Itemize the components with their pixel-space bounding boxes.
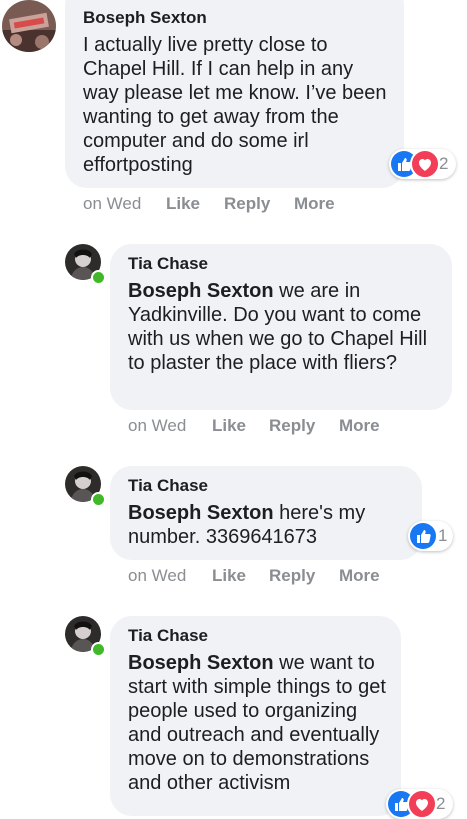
comment-author[interactable]: Tia Chase	[128, 626, 208, 646]
comment-actions: on Wed Like Reply More	[83, 194, 383, 216]
comment-text: Boseph Sexton we are in Yadkinville. Do …	[128, 279, 428, 375]
online-status-dot	[91, 270, 106, 285]
comment-author[interactable]: Boseph Sexton	[83, 8, 207, 28]
commenter-avatar[interactable]	[2, 0, 56, 52]
more-button[interactable]: More	[339, 416, 380, 436]
reaction-summary[interactable]: 1	[408, 521, 453, 551]
comment-actions: on Wed Like Reply More	[128, 566, 428, 588]
comment-actions: on Wed Like Reply More	[128, 416, 428, 438]
comment-text: Boseph Sexton here's my number. 33696416…	[128, 501, 408, 549]
like-button[interactable]: Like	[212, 566, 246, 586]
mention-link[interactable]: Boseph Sexton	[128, 652, 274, 674]
online-status-dot	[91, 492, 106, 507]
mention-link[interactable]: Boseph Sexton	[128, 502, 274, 524]
like-icon	[410, 523, 436, 549]
reply-button[interactable]: Reply	[269, 566, 315, 586]
comment-timestamp[interactable]: on Wed	[83, 194, 141, 214]
reply-button[interactable]: Reply	[224, 194, 270, 214]
comment-author[interactable]: Tia Chase	[128, 254, 208, 274]
reaction-count: 2	[439, 154, 449, 173]
comment-timestamp[interactable]: on Wed	[128, 416, 186, 436]
reaction-count: 2	[436, 794, 446, 813]
more-button[interactable]: More	[294, 194, 335, 214]
reaction-summary[interactable]: 2	[389, 149, 456, 179]
comment-text: Boseph Sexton we want to start with simp…	[128, 651, 390, 795]
comment-author[interactable]: Tia Chase	[128, 476, 208, 496]
online-status-dot	[91, 642, 106, 657]
comment-text: I actually live pretty close to Chapel H…	[83, 34, 387, 176]
reaction-count: 1	[438, 526, 448, 545]
like-button[interactable]: Like	[166, 194, 200, 214]
more-button[interactable]: More	[339, 566, 380, 586]
mention-link[interactable]: Boseph Sexton	[128, 280, 274, 302]
love-icon	[407, 789, 437, 819]
love-icon	[410, 149, 440, 179]
reply-button[interactable]: Reply	[269, 416, 315, 436]
reaction-summary[interactable]: 2	[386, 789, 453, 819]
comment-timestamp[interactable]: on Wed	[128, 566, 186, 586]
like-button[interactable]: Like	[212, 416, 246, 436]
